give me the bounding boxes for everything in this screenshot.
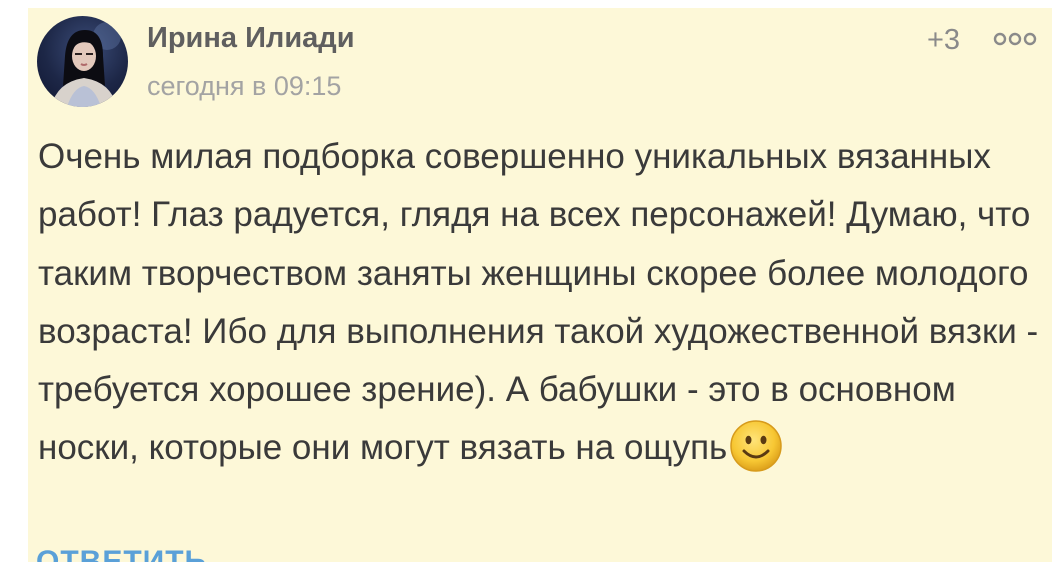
comment-card: Ирина Илиади сегодня в 09:15 +3 Очень ми… bbox=[28, 8, 1052, 562]
author-name[interactable]: Ирина Илиади bbox=[147, 22, 355, 55]
smiley-face-icon bbox=[729, 419, 783, 473]
comment-timestamp: сегодня в 09:15 bbox=[147, 71, 342, 101]
likes-count[interactable]: +3 bbox=[927, 24, 960, 57]
reply-link[interactable]: ответить bbox=[36, 545, 207, 562]
comment-body: Очень милая подборка совершенно уникальн… bbox=[38, 128, 1048, 478]
user-avatar[interactable] bbox=[37, 16, 128, 107]
comment-text: Очень милая подборка совершенно уникальн… bbox=[38, 137, 1039, 468]
three-dots-icon bbox=[993, 32, 1037, 46]
more-options-button[interactable] bbox=[993, 29, 1037, 49]
